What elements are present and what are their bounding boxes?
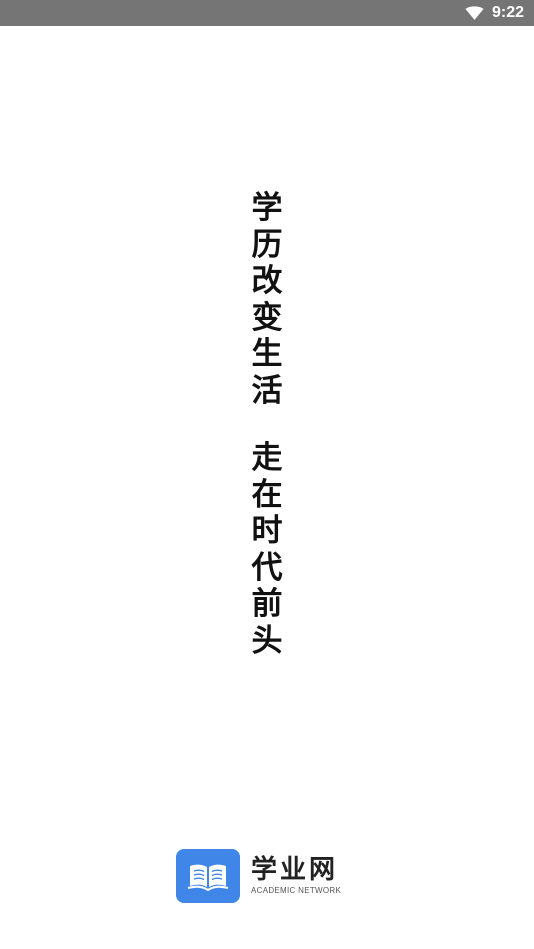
slogan-char: 代 [251, 549, 283, 586]
brand-logo: 学业网 ACADEMIC NETWORK [176, 849, 341, 903]
slogan-char: 改 [251, 263, 283, 299]
slogan-line-2: 走 在 时 代 前 头 [252, 440, 283, 659]
slogan-char: 时 [251, 513, 283, 549]
slogan-char: 走 [251, 440, 283, 476]
slogan-char: 在 [251, 476, 283, 513]
slogan-char: 前 [251, 586, 283, 622]
slogan-line-1: 学 历 改 变 生 活 [252, 190, 283, 409]
splash-screen: 9:22 学 历 改 变 生 活 走 在 时 代 前 头 学业网 ACADEMI… [0, 0, 534, 949]
slogan: 学 历 改 变 生 活 走 在 时 代 前 头 [248, 190, 286, 659]
status-bar: 9:22 [0, 0, 534, 26]
brand-subtitle: ACADEMIC NETWORK [251, 886, 342, 895]
logo-badge [176, 849, 240, 903]
wifi-icon [465, 5, 484, 20]
slogan-char: 学 [251, 190, 283, 226]
slogan-char: 历 [251, 226, 283, 263]
slogan-char: 头 [251, 622, 283, 659]
slogan-char: 活 [251, 372, 283, 409]
slogan-char: 生 [251, 336, 283, 372]
logo-text: 学业网 ACADEMIC NETWORK [251, 855, 341, 897]
slogan-char: 变 [251, 299, 283, 336]
brand-name: 学业网 [251, 855, 339, 885]
open-book-icon [187, 864, 229, 892]
status-time: 9:22 [491, 4, 524, 21]
